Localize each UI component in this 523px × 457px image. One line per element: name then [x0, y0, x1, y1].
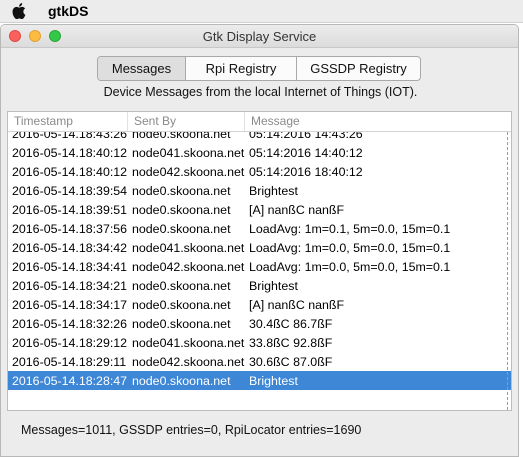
tab-gssdp-registry[interactable]: GSSDP Registry	[297, 57, 420, 80]
minimize-window-button[interactable]	[29, 30, 41, 42]
cell-sent-by: node0.skoona.net	[132, 221, 231, 236]
table-row[interactable]: 2016-05-14.18:29:11 node042.skoona.net 30.…	[8, 352, 511, 371]
cell-message: Brightest	[249, 373, 298, 388]
cell-timestamp: 2016-05-14.18:32:26	[12, 316, 128, 331]
table-row[interactable]: 2016-05-14.18:40:12 node042.skoona.net 05:…	[8, 162, 511, 181]
tab-bar: Messages Rpi Registry GSSDP Registry	[97, 56, 421, 81]
table-row[interactable]: 2016-05-14.18:39:51 node0.skoona.net [A] n…	[8, 200, 511, 219]
cell-sent-by: node041.skoona.net	[132, 335, 245, 350]
page-subtitle: Device Messages from the local Internet …	[103, 85, 418, 99]
status-bar-text: Messages=1011, GSSDP entries=0, RpiLocat…	[21, 423, 362, 437]
tab-rpi-registry[interactable]: Rpi Registry	[186, 57, 297, 80]
cell-sent-by: node042.skoona.net	[132, 164, 245, 179]
table-body: 2016-05-14.18:45:24node0.skoona.net[A] n…	[8, 112, 511, 390]
cell-sent-by: node041.skoona.net	[132, 240, 245, 255]
cell-timestamp: 2016-05-14.18:34:17	[12, 297, 128, 312]
window-title: Gtk Display Service	[202, 28, 317, 44]
window-controls	[9, 30, 61, 42]
cell-timestamp: 2016-05-14.18:29:12	[12, 335, 128, 350]
cell-message: [A] nanßC nanßF	[249, 202, 345, 217]
cell-timestamp: 2016-05-14.18:34:41	[12, 259, 128, 274]
column-header-timestamp[interactable]: Timestamp	[8, 112, 128, 131]
close-window-button[interactable]	[9, 30, 21, 42]
table-row[interactable]: 2016-05-14.18:29:12 node041.skoona.net 33.…	[8, 333, 511, 352]
cell-message: Brightest	[249, 183, 298, 198]
main-window: Gtk Display Service Messages Rpi Registr…	[0, 24, 519, 457]
cell-timestamp: 2016-05-14.18:40:12	[12, 164, 128, 179]
cell-message: LoadAvg: 1m=0.0, 5m=0.0, 15m=0.1	[249, 240, 451, 255]
zoom-window-button[interactable]	[49, 30, 61, 42]
title-bar: Gtk Display Service	[1, 25, 518, 48]
cell-sent-by: node0.skoona.net	[132, 373, 231, 388]
focus-ring-edge	[507, 132, 508, 410]
cell-message: LoadAvg: 1m=0.0, 5m=0.0, 15m=0.1	[249, 259, 451, 274]
cell-message: 05:14:2016 14:40:12	[249, 145, 363, 160]
app-menu-name[interactable]: gtkDS	[48, 3, 88, 19]
cell-timestamp: 2016-05-14.18:34:21	[12, 278, 128, 293]
cell-sent-by: node041.skoona.net	[132, 145, 245, 160]
table-row[interactable]: 2016-05-14.18:40:12 node041.skoona.net 05:…	[8, 143, 511, 162]
cell-sent-by: node0.skoona.net	[132, 202, 231, 217]
cell-message: 30.6ßC 87.0ßF	[249, 354, 333, 369]
cell-sent-by: node042.skoona.net	[132, 354, 245, 369]
apple-icon[interactable]	[12, 3, 38, 19]
cell-message: [A] nanßC nanßF	[249, 297, 345, 312]
table-header: Timestamp Sent By Message	[8, 112, 511, 132]
cell-message: Brightest	[249, 278, 298, 293]
table-row[interactable]: 2016-05-14.18:34:21 node0.skoona.net Brigh…	[8, 276, 511, 295]
cell-timestamp: 2016-05-14.18:34:42	[12, 240, 128, 255]
cell-message: 05:14:2016 18:40:12	[249, 164, 363, 179]
column-header-sent-by[interactable]: Sent By	[128, 112, 245, 131]
cell-sent-by: node0.skoona.net	[132, 278, 231, 293]
cell-sent-by: node0.skoona.net	[132, 316, 231, 331]
table-row[interactable]: 2016-05-14.18:34:17 node0.skoona.net [A] n…	[8, 295, 511, 314]
cell-message: 30.4ßC 86.7ßF	[249, 316, 333, 331]
menu-bar: gtkDS	[0, 0, 523, 23]
table-row[interactable]: 2016-05-14.18:28:47 node0.skoona.net Brigh…	[8, 371, 511, 390]
cell-timestamp: 2016-05-14.18:37:56	[12, 221, 128, 236]
cell-sent-by: node0.skoona.net	[132, 297, 231, 312]
messages-table[interactable]: Timestamp Sent By Message 2016-05-14.18:…	[7, 111, 512, 411]
cell-message: 33.8ßC 92.8ßF	[249, 335, 333, 350]
tab-messages[interactable]: Messages	[98, 57, 186, 80]
cell-message: LoadAvg: 1m=0.1, 5m=0.0, 15m=0.1	[249, 221, 451, 236]
cell-timestamp: 2016-05-14.18:29:11	[12, 354, 127, 369]
cell-timestamp: 2016-05-14.18:39:51	[12, 202, 128, 217]
column-header-message[interactable]: Message	[245, 112, 511, 131]
table-row[interactable]: 2016-05-14.18:34:41 node042.skoona.net Loa…	[8, 257, 511, 276]
table-row[interactable]: 2016-05-14.18:39:54 node0.skoona.net Brigh…	[8, 181, 511, 200]
table-row[interactable]: 2016-05-14.18:37:56 node0.skoona.net LoadA…	[8, 219, 511, 238]
cell-timestamp: 2016-05-14.18:39:54	[12, 183, 128, 198]
cell-sent-by: node042.skoona.net	[132, 259, 245, 274]
table-row[interactable]: 2016-05-14.18:34:42 node041.skoona.net Loa…	[8, 238, 511, 257]
table-row[interactable]: 2016-05-14.18:32:26 node0.skoona.net 30.4ß…	[8, 314, 511, 333]
cell-timestamp: 2016-05-14.18:40:12	[12, 145, 128, 160]
cell-sent-by: node0.skoona.net	[132, 183, 231, 198]
cell-timestamp: 2016-05-14.18:28:47	[12, 373, 128, 388]
